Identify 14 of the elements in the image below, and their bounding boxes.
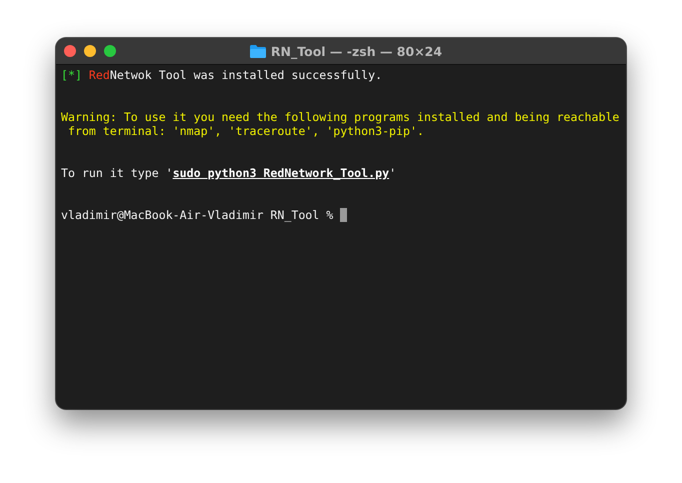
output-text: '	[389, 166, 396, 180]
output-text: [*]	[61, 68, 83, 82]
folder-icon	[250, 44, 266, 58]
window-title: RN_Tool — -zsh — 80×24	[270, 44, 442, 58]
output-text: Warning: To use it you need the following programs installed and being reachable	[61, 110, 620, 124]
output-text: from terminal: 'nmap', 'traceroute', 'python3-pip'.	[66, 124, 424, 138]
close-button[interactable]	[64, 45, 76, 57]
output-text: Netwok Tool was installed successfully.	[110, 68, 382, 82]
output-text: To run it type '	[61, 166, 173, 180]
output-text: Red	[88, 68, 110, 82]
command-text: sudo python3 RedNetwork_Tool.py	[172, 166, 390, 180]
minimize-button[interactable]	[84, 45, 96, 57]
zoom-button[interactable]	[104, 45, 116, 57]
shell-prompt: vladimir@MacBook-Air-Vladimir RN_Tool %	[61, 208, 334, 222]
